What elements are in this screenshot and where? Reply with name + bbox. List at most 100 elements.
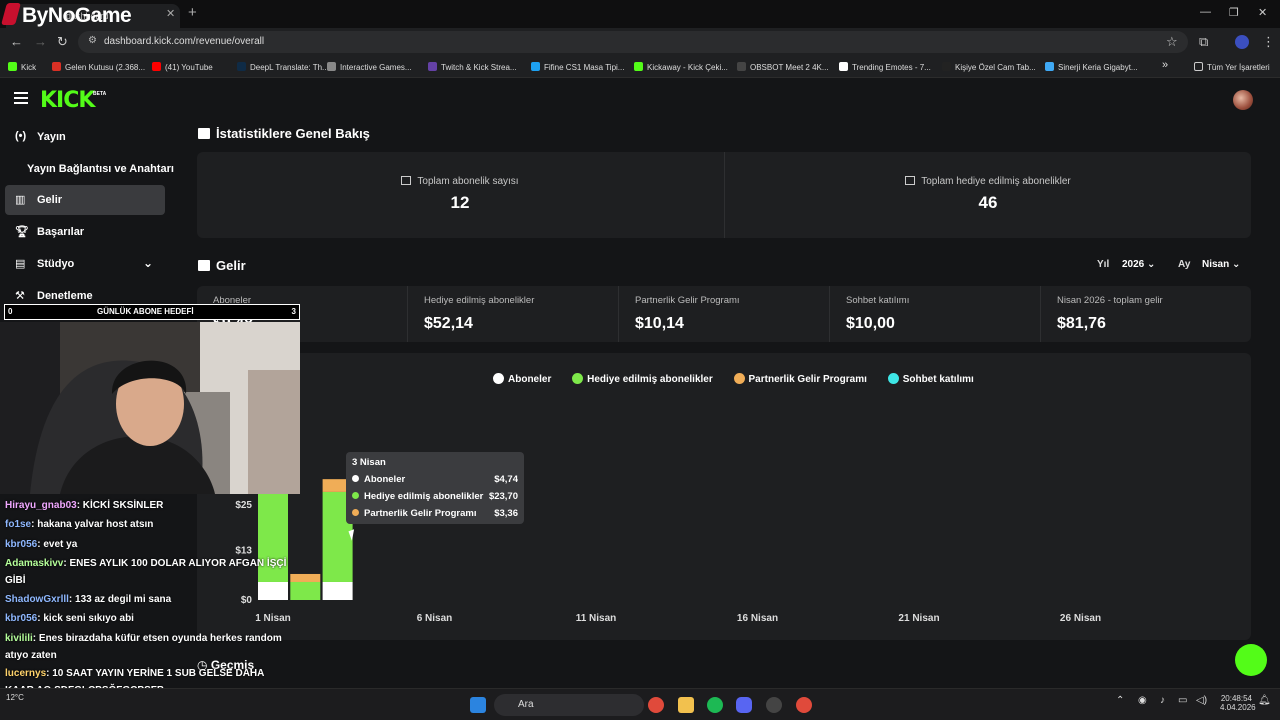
tooltip-label: Aboneler [364, 474, 406, 485]
revenue-card-value: $52,14 [424, 315, 473, 332]
chat-username[interactable]: kbr056 [5, 613, 37, 624]
obs-icon[interactable] [766, 697, 782, 713]
tooltip-dot [352, 509, 359, 516]
back-icon[interactable]: ← [10, 34, 23, 49]
notification-icon[interactable]: 🔔︎ [1258, 695, 1271, 706]
sidebar-item-achievements[interactable]: 🏆︎ Başarılar [5, 217, 165, 247]
bookmark-label: Kişiye Özel Cam Tab... [955, 63, 1036, 72]
weather-widget[interactable]: 12°C [6, 693, 24, 702]
bookmark-item[interactable]: OBSBOT Meet 2 4K... [737, 62, 829, 72]
broadcast-icon: (•) [15, 130, 27, 142]
restore-icon[interactable]: ❐ [1229, 6, 1239, 19]
chat-username[interactable]: Adamaskivv [5, 558, 63, 569]
chart-icon [401, 176, 412, 185]
microphone-icon[interactable]: ♪ [1160, 695, 1165, 706]
profile-icon[interactable] [1235, 35, 1249, 49]
stats-icon [198, 128, 210, 139]
bar-segment[interactable] [322, 581, 353, 600]
sidebar-item-stream[interactable]: (•) Yayın [5, 122, 165, 152]
kick-logo[interactable]: KICK [40, 88, 95, 113]
month-label: Ay [1178, 259, 1191, 270]
bookmark-favicon-icon [237, 62, 246, 71]
sidebar-item-stream-key[interactable]: Yayın Bağlantısı ve Anahtarı [27, 163, 174, 175]
bookmark-favicon-icon [152, 62, 161, 71]
chat-message: kivilili: Enes birazdaha küfür etsen oyu… [5, 630, 295, 664]
tray-chevron-icon[interactable]: ⌃ [1116, 695, 1124, 706]
bookmark-item[interactable]: Twitch & Kick Strea... [428, 62, 517, 72]
chrome-icon[interactable] [648, 697, 664, 713]
bookmark-item[interactable]: (41) YouTube [152, 62, 213, 72]
chat-username[interactable]: ShadowGxrlll [5, 594, 69, 605]
chrome-active-icon[interactable] [796, 697, 812, 713]
tooltip-row: Hediye edilmiş abonelikler $23,70 [352, 491, 518, 502]
tooltip-label: Hediye edilmiş abonelikler [364, 491, 484, 502]
tooltip-dot [352, 475, 359, 482]
taskbar-search[interactable]: Ara [494, 694, 644, 716]
site-info-icon[interactable]: ⚙ [88, 35, 97, 46]
revenue-card-label: Nisan 2026 - toplam gelir [1057, 295, 1163, 306]
file-explorer-icon[interactable] [678, 697, 694, 713]
browser-menu-icon[interactable]: ⋮ [1262, 34, 1275, 50]
x-tick-label: 11 Nisan [576, 613, 617, 624]
spotify-icon[interactable] [707, 697, 723, 713]
windows-start-icon[interactable] [470, 697, 486, 713]
chat-username[interactable]: Hirayu_gnab03 [5, 500, 77, 511]
close-tab-icon[interactable]: ✕ [166, 7, 175, 20]
chat-username[interactable]: fo1se [5, 519, 31, 530]
chat-username[interactable]: kivilili [5, 633, 33, 644]
sidebar-item-label: Yayın [37, 131, 66, 143]
all-bookmarks-label: Tüm Yer İşaretleri [1207, 63, 1270, 72]
discord-icon[interactable] [736, 697, 752, 713]
bookmark-item[interactable]: Interactive Games... [327, 62, 412, 72]
bookmark-label: Fifine CS1 Masa Tipi... [544, 63, 625, 72]
stream-brand-overlay: ByNoGame [0, 0, 132, 30]
sidebar-item-revenue[interactable]: ▥ Gelir [5, 185, 165, 215]
network-icon[interactable]: ▭ [1178, 695, 1187, 706]
goal-target: 3 [291, 307, 296, 316]
menu-icon[interactable] [14, 92, 28, 104]
revenue-card-value: $10,00 [846, 315, 895, 332]
reload-icon[interactable]: ↻ [57, 34, 68, 50]
new-tab-button[interactable]: + [188, 4, 197, 21]
bookmark-item[interactable]: Kick [8, 62, 36, 72]
bookmark-label: Kick [21, 63, 37, 72]
bookmark-item[interactable]: DeepL Translate: Th... [237, 62, 329, 72]
all-bookmarks-button[interactable]: Tüm Yer İşaretleri [1194, 62, 1270, 72]
chat-username[interactable]: lucernys [5, 668, 46, 679]
revenue-card-value: $81,76 [1057, 315, 1106, 332]
year-select[interactable]: 2026 ⌄ [1122, 259, 1155, 270]
user-avatar[interactable] [1233, 90, 1253, 110]
stat-value: 12 [450, 193, 470, 212]
clock[interactable]: 20:48:54 4.04.2026 [1220, 694, 1256, 712]
bookmark-item[interactable]: Kişiye Özel Cam Tab... [942, 62, 1036, 72]
bookmark-label: (41) YouTube [165, 63, 213, 72]
bookmark-item[interactable]: Sinerji Keria Gigabyt... [1045, 62, 1138, 72]
bookmark-star-icon[interactable]: ☆ [1166, 34, 1178, 50]
bookmarks-overflow-icon[interactable]: » [1162, 59, 1168, 71]
daily-sub-goal-bar: 0 GÜNLÜK ABONE HEDEFİ 3 [4, 304, 300, 320]
bookmark-item[interactable]: Trending Emotes - 7... [839, 62, 931, 72]
bookmark-item[interactable]: Kickaway - Kick Çeki... [634, 62, 728, 72]
url-field[interactable]: ⚙ dashboard.kick.com/revenue/overall [78, 31, 1188, 53]
close-window-icon[interactable]: ✕ [1258, 6, 1267, 19]
month-select[interactable]: Nisan ⌄ [1202, 259, 1240, 270]
bookmark-item[interactable]: Fifine CS1 Masa Tipi... [531, 62, 624, 72]
chat-text: : kick seni sıkıyo abi [37, 613, 134, 624]
forward-icon[interactable]: → [34, 34, 47, 49]
tray-app-icon[interactable]: ◉ [1138, 695, 1147, 706]
bookmark-item[interactable]: Gelen Kutusu (2.368... [52, 62, 145, 72]
minimize-icon[interactable]: — [1200, 6, 1211, 18]
revenue-card-label: Sohbet katılımı [846, 295, 910, 306]
chart-tooltip: 3 Nisan Aboneler $4,74 Hediye edilmiş abo… [346, 452, 524, 524]
x-tick-label: 26 Nisan [1060, 613, 1101, 624]
tooltip-dot [352, 492, 359, 499]
search-placeholder: Ara [518, 699, 534, 710]
bookmark-favicon-icon [8, 62, 17, 71]
extensions-icon[interactable]: ⧉ [1199, 34, 1208, 50]
sidebar-item-studio[interactable]: ▤ Stüdyo ⌄ [5, 249, 165, 279]
x-tick-label: 6 Nisan [417, 613, 453, 624]
floating-action-button[interactable] [1235, 644, 1267, 676]
volume-icon[interactable]: ◁) [1196, 695, 1207, 706]
chat-username[interactable]: kbr056 [5, 539, 37, 550]
bookmark-label: Gelen Kutusu (2.368... [65, 63, 146, 72]
